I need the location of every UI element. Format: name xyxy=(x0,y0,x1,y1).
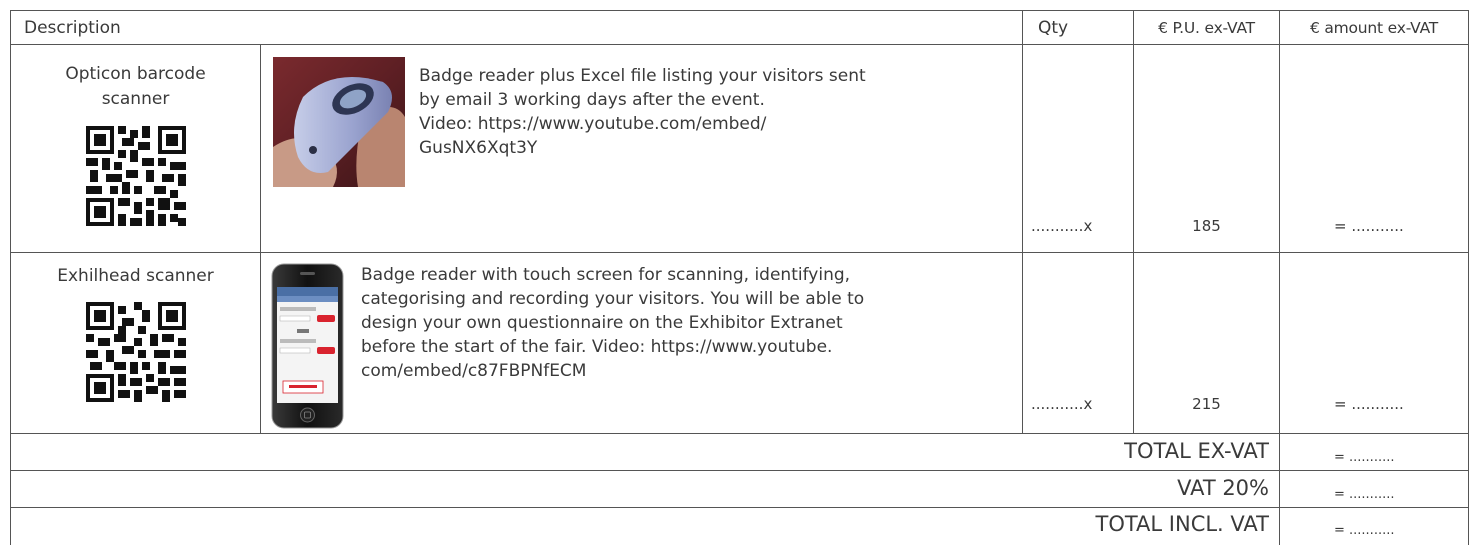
total-incl-vat-value[interactable]: = ........... xyxy=(1334,519,1394,543)
total-ex-vat-label: TOTAL EX-VAT xyxy=(1124,439,1269,463)
header-description: Description xyxy=(24,18,121,38)
product-name: Exhilhead scanner xyxy=(57,266,214,286)
amount-field[interactable]: = ........... xyxy=(1334,392,1404,416)
unit-price: 185 xyxy=(1192,217,1221,235)
smartphone-photo xyxy=(271,263,344,429)
barcode-scanner-photo xyxy=(273,57,405,187)
total-incl-vat-label: TOTAL INCL. VAT xyxy=(1095,512,1270,536)
total-ex-vat-value[interactable]: = ........... xyxy=(1334,446,1394,470)
vat-label: VAT 20% xyxy=(1177,476,1269,500)
qr-code-icon xyxy=(86,126,186,226)
unit-price: 215 xyxy=(1192,395,1221,413)
product-description: Badge reader with touch screen for scann… xyxy=(361,265,865,381)
product-description: Badge reader plus Excel file listing you… xyxy=(419,66,866,158)
qr-code-icon xyxy=(86,302,186,402)
header-unit-price: € P.U. ex-VAT xyxy=(1158,19,1255,37)
amount-field[interactable]: = ........... xyxy=(1334,214,1404,238)
qty-field[interactable]: ...........x xyxy=(1031,392,1092,416)
header-amount: € amount ex-VAT xyxy=(1309,19,1439,37)
product-name: Opticon barcode xyxy=(65,64,206,84)
header-qty: Qty xyxy=(1038,18,1069,38)
qty-field[interactable]: ...........x xyxy=(1031,214,1092,238)
product-name: scanner xyxy=(101,89,170,109)
vat-value[interactable]: = ........... xyxy=(1334,483,1394,507)
